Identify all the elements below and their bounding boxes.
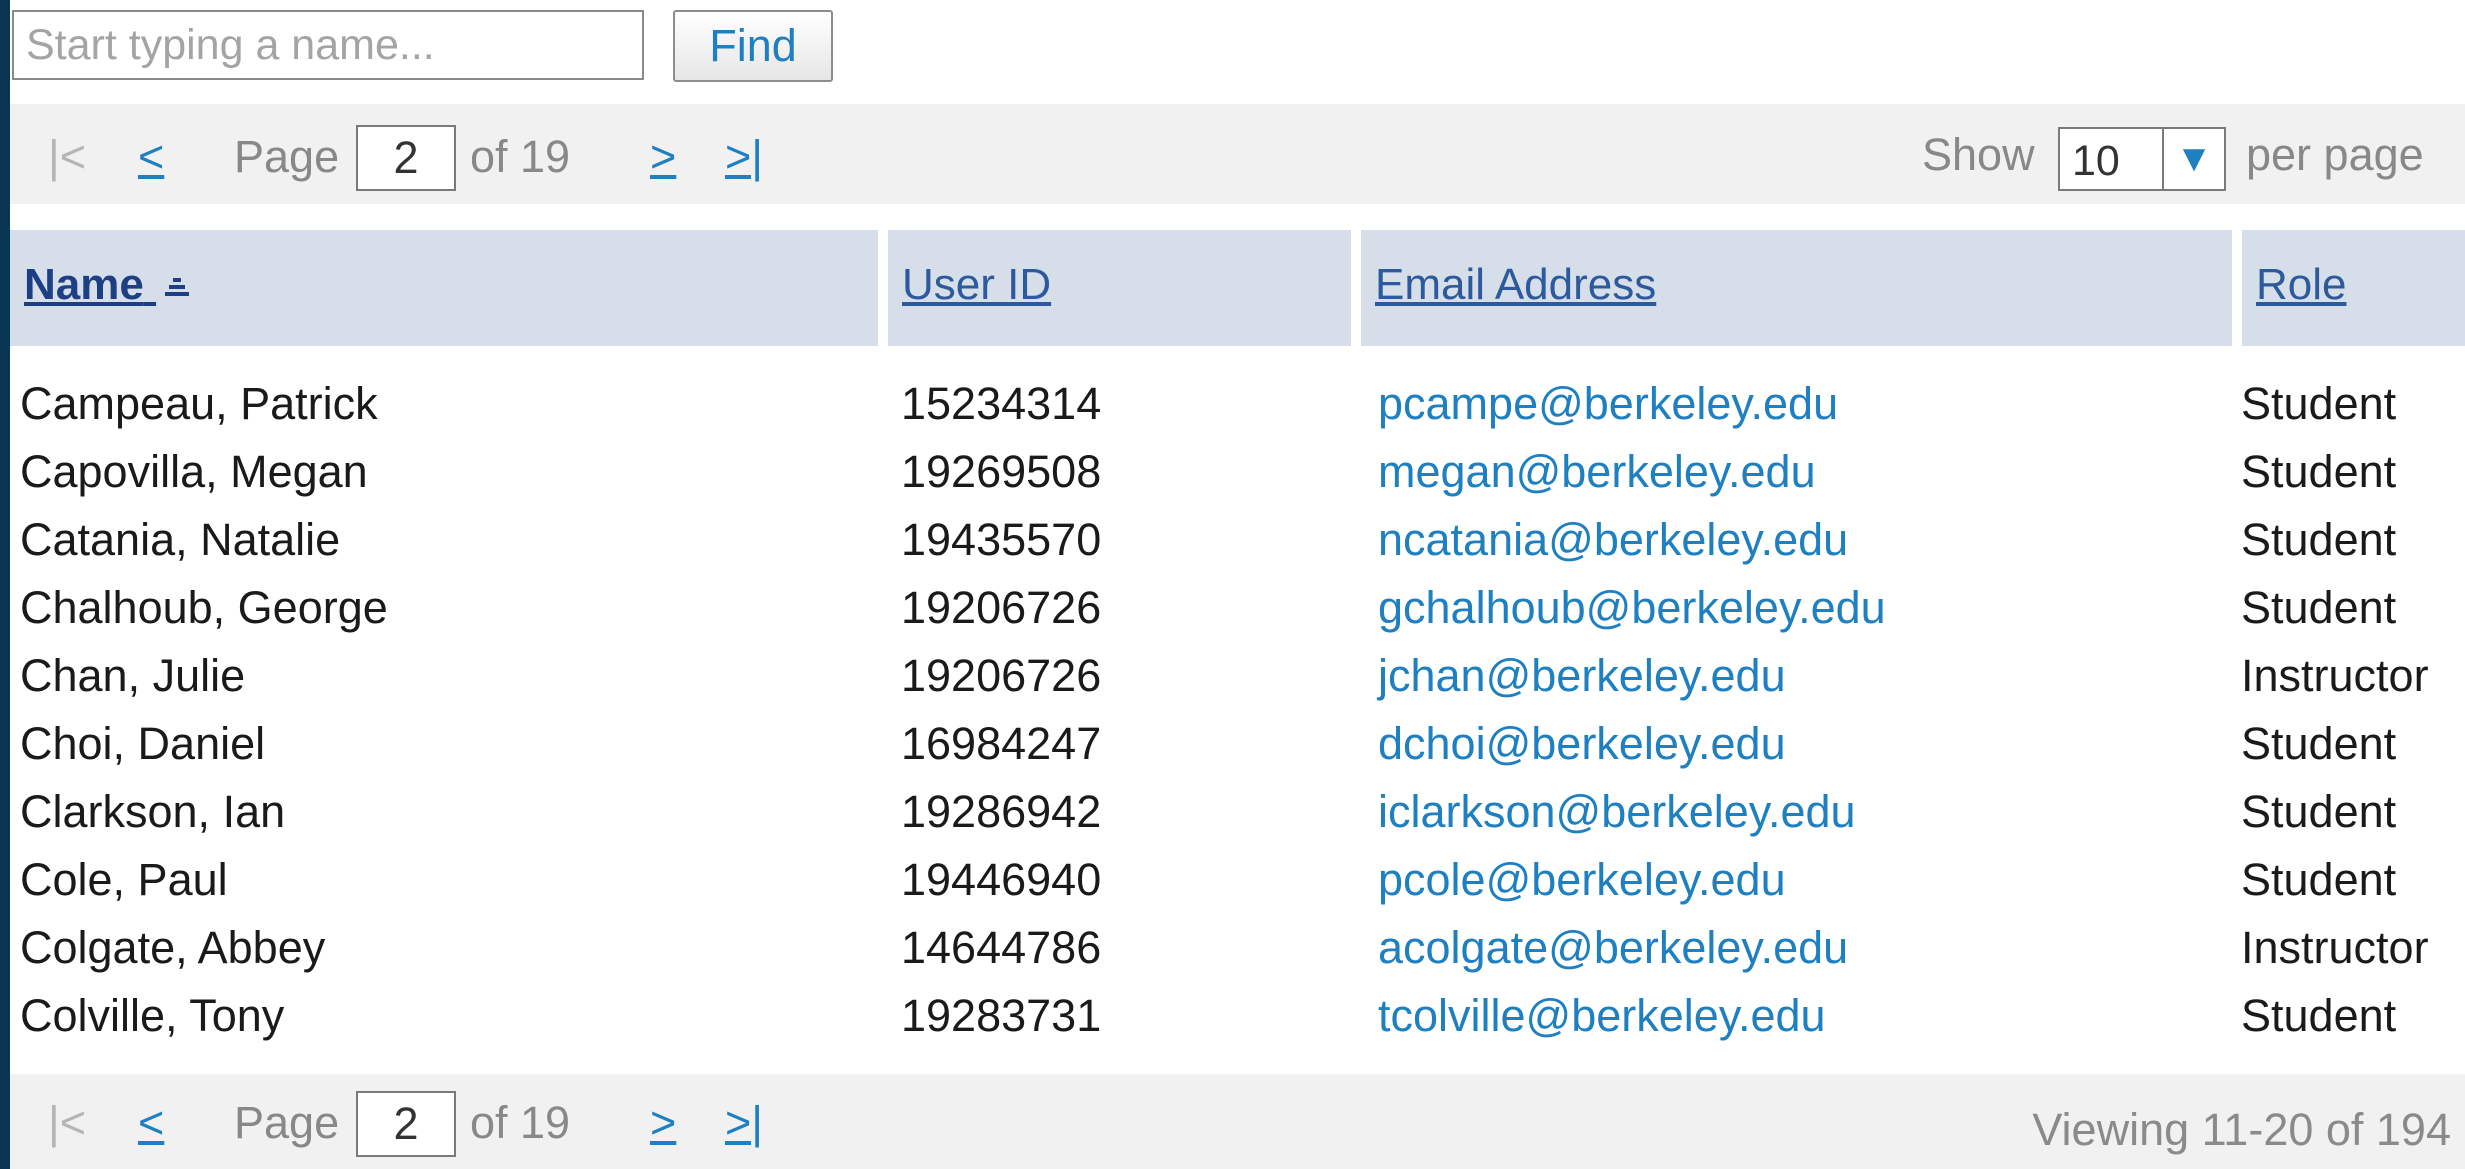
page-count-label: of 19 (470, 131, 571, 182)
cell-email-link[interactable]: tcolville@berkeley.edu (1378, 990, 1826, 1042)
cell-role: Student (2241, 378, 2397, 429)
user-id-header-text: User ID (902, 260, 1052, 309)
next-page-link[interactable]: > (650, 134, 676, 179)
cell-name: Chalhoub, George (20, 582, 388, 633)
cell-user-id: 19435570 (901, 514, 1102, 565)
table-row: Capovilla, Megan 19269508 megan@berkeley… (10, 436, 2465, 504)
cell-name: Colgate, Abbey (20, 922, 326, 973)
cell-name: Clarkson, Ian (20, 786, 286, 837)
cell-user-id: 16984247 (901, 718, 1102, 769)
cell-name: Catania, Natalie (20, 514, 341, 565)
cell-email-link[interactable]: pcampe@berkeley.edu (1378, 378, 1838, 430)
cell-role: Instructor (2241, 922, 2429, 973)
page-count-label: of 19 (470, 1097, 571, 1148)
page-label: Page (234, 131, 340, 182)
cell-role: Student (2241, 718, 2397, 769)
table-row: Colville, Tony 19283731 tcolville@berkel… (10, 980, 2465, 1048)
cell-email-link[interactable]: jchan@berkeley.edu (1378, 650, 1786, 702)
cell-user-id: 19283731 (901, 990, 1102, 1041)
cell-name: Chan, Julie (20, 650, 246, 701)
cell-role: Student (2241, 854, 2397, 905)
cell-name: Capovilla, Megan (20, 446, 368, 497)
cell-email-link[interactable]: gchalhoub@berkeley.edu (1378, 582, 1886, 634)
cell-email-link[interactable]: megan@berkeley.edu (1378, 446, 1816, 498)
column-header-role[interactable]: Role (2242, 230, 2465, 346)
first-page-link: |< (48, 131, 86, 182)
column-header-user-id[interactable]: User ID (888, 230, 1351, 346)
cell-user-id: 19206726 (901, 650, 1102, 701)
column-header-name[interactable]: Name (10, 230, 878, 346)
viewing-summary: Viewing 11-20 of 194 (2032, 1104, 2451, 1155)
find-button[interactable]: Find (673, 10, 833, 82)
table-row: Chalhoub, George 19206726 gchalhoub@berk… (10, 572, 2465, 640)
triangle-down-icon[interactable]: ▼ (2162, 129, 2224, 189)
cell-name: Campeau, Patrick (20, 378, 378, 429)
page-label: Page (234, 1097, 340, 1148)
cell-role: Instructor (2241, 650, 2429, 701)
cell-role: Student (2241, 990, 2397, 1041)
per-page-label: per page (2246, 129, 2424, 180)
cell-name: Colville, Tony (20, 990, 285, 1041)
sort-ascending-icon (165, 278, 190, 297)
name-search-input[interactable] (12, 10, 644, 80)
bottom-pager: |< < Page of 19 > >| Viewing 11-20 of 19… (10, 1074, 2465, 1169)
cell-user-id: 19206726 (901, 582, 1102, 633)
table-header: Name User ID Email Address Role (10, 230, 2465, 346)
cell-name: Cole, Paul (20, 854, 228, 905)
cell-user-id: 19286942 (901, 786, 1102, 837)
column-header-email[interactable]: Email Address (1361, 230, 2232, 346)
cell-user-id: 19269508 (901, 446, 1102, 497)
cell-email-link[interactable]: iclarkson@berkeley.edu (1378, 786, 1856, 838)
cell-role: Student (2241, 582, 2397, 633)
email-header-text: Email Address (1375, 260, 1657, 309)
roster-panel: Find |< < Page of 19 > >| Show 10 ▼ per … (10, 0, 2465, 1169)
cell-role: Student (2241, 514, 2397, 565)
table-row: Campeau, Patrick 15234314 pcampe@berkele… (10, 368, 2465, 436)
cell-email-link[interactable]: ncatania@berkeley.edu (1378, 514, 1848, 566)
cell-user-id: 15234314 (901, 378, 1102, 429)
page-number-input[interactable] (356, 1091, 456, 1157)
role-header-text: Role (2256, 260, 2347, 309)
column-header-name-label: Name (24, 260, 190, 310)
table-row: Chan, Julie 19206726 jchan@berkeley.edu … (10, 640, 2465, 708)
table-row: Clarkson, Ian 19286942 iclarkson@berkele… (10, 776, 2465, 844)
cell-email-link[interactable]: acolgate@berkeley.edu (1378, 922, 1848, 974)
table-row: Catania, Natalie 19435570 ncatania@berke… (10, 504, 2465, 572)
page-number-input[interactable] (356, 125, 456, 191)
per-page-value: 10 (2072, 137, 2120, 185)
last-page-link[interactable]: >| (725, 134, 763, 179)
previous-page-link[interactable]: < (138, 1100, 164, 1145)
per-page-select[interactable]: 10 ▼ (2058, 127, 2226, 191)
top-pager: |< < Page of 19 > >| Show 10 ▼ per page (10, 104, 2465, 204)
first-page-link: |< (48, 1097, 86, 1148)
cell-role: Student (2241, 786, 2397, 837)
cell-name: Choi, Daniel (20, 718, 266, 769)
cell-email-link[interactable]: pcole@berkeley.edu (1378, 854, 1786, 906)
last-page-link[interactable]: >| (725, 1100, 763, 1145)
table-row: Choi, Daniel 16984247 dchoi@berkeley.edu… (10, 708, 2465, 776)
table-row: Colgate, Abbey 14644786 acolgate@berkele… (10, 912, 2465, 980)
cell-role: Student (2241, 446, 2397, 497)
cell-user-id: 14644786 (901, 922, 1102, 973)
next-page-link[interactable]: > (650, 1100, 676, 1145)
show-label: Show (1922, 129, 2035, 180)
table-row: Cole, Paul 19446940 pcole@berkeley.edu S… (10, 844, 2465, 912)
previous-page-link[interactable]: < (138, 134, 164, 179)
cell-email-link[interactable]: dchoi@berkeley.edu (1378, 718, 1786, 770)
cell-user-id: 19446940 (901, 854, 1102, 905)
name-header-text: Name (24, 260, 144, 309)
